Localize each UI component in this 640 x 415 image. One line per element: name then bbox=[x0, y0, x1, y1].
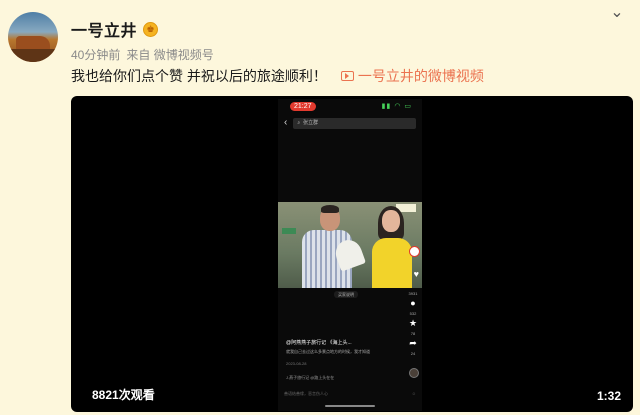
likes-count: 3931 bbox=[408, 291, 418, 296]
creator-avatar-icon bbox=[409, 246, 420, 257]
comment-placeholder: 善语结善缘，恶言伤人心 bbox=[284, 391, 328, 396]
vip-badge-icon: ♚ bbox=[143, 21, 159, 37]
emoji-icon: ☺ bbox=[411, 391, 416, 396]
feed-author-line: @阿燕燕子旅行记 《海上头... bbox=[286, 339, 396, 347]
signal-wifi-icon: ▮▮ ◠ ▭ bbox=[381, 103, 412, 110]
feed-title-suffix: 《海上头... bbox=[327, 340, 352, 346]
search-icon: ⌕ bbox=[297, 119, 301, 126]
heart-icon: ♥ bbox=[413, 269, 419, 279]
feed-music: J.燕子旅行记 @路上头在在 bbox=[286, 375, 335, 380]
phone-screen-recording: 21:27 ▮▮ ◠ ▭ ‹ ⌕ 张立群 ♥ 买家说明 3931 ● 532 ★… bbox=[278, 99, 422, 411]
phone-side-actions: 3931 ● 532 ★ 78 ➦ 24 bbox=[406, 291, 420, 356]
phone-comment-bar: 善语结善缘，恶言伤人心 ☺ bbox=[284, 389, 416, 399]
phone-status-bar: 21:27 ▮▮ ◠ ▭ bbox=[278, 101, 422, 113]
view-count: 8821次观看 bbox=[92, 388, 155, 402]
back-arrow-icon: ‹ bbox=[284, 117, 288, 128]
music-disc-icon bbox=[409, 368, 419, 378]
post-source: 来自 微博视频号 bbox=[126, 48, 214, 62]
weibo-post-card: 一号立井 ♚ ⌄ 40分钟前 来自 微博视频号 我也给你们点个赞 并祝以后的旅途… bbox=[0, 0, 640, 415]
phone-search-text: 张立群 bbox=[303, 119, 319, 126]
comment-icon: ● bbox=[410, 298, 416, 308]
video-duration: 1:32 bbox=[596, 389, 621, 403]
video-link[interactable]: 一号立井的微博视频 bbox=[340, 66, 484, 86]
post-body: 我也给你们点个赞 并祝以后的旅途顺利！ 一号立井的微博视频 bbox=[71, 66, 484, 86]
phone-search-bar: ‹ ⌕ 张立群 bbox=[284, 117, 416, 129]
video-play-icon bbox=[340, 71, 354, 81]
user-avatar[interactable] bbox=[8, 12, 58, 62]
share-icon: ➦ bbox=[409, 338, 417, 348]
woman-figure bbox=[372, 238, 412, 288]
favorites-count: 78 bbox=[410, 331, 416, 336]
woman-head bbox=[382, 210, 400, 232]
feed-description: 就我自己去过这么多景点地方的时候，我才知道 bbox=[286, 349, 370, 354]
video-player[interactable]: 21:27 ▮▮ ◠ ▭ ‹ ⌕ 张立群 ♥ 买家说明 3931 ● 532 ★… bbox=[71, 96, 633, 412]
phone-home-indicator bbox=[325, 405, 375, 407]
username[interactable]: 一号立井 bbox=[71, 17, 137, 41]
man-hair bbox=[321, 205, 339, 213]
username-row: 一号立井 ♚ bbox=[71, 17, 159, 41]
shares-count: 24 bbox=[410, 351, 416, 356]
feed-author: @阿燕燕子旅行记 bbox=[286, 340, 327, 346]
video-clip-frame: ♥ bbox=[278, 202, 422, 288]
post-meta: 40分钟前 来自 微博视频号 bbox=[71, 46, 214, 63]
avatar-ground-shape bbox=[8, 49, 58, 62]
chevron-down-icon[interactable]: ⌄ bbox=[608, 4, 626, 22]
caption-chip: 买家说明 bbox=[334, 291, 358, 298]
feed-date: 2023-08-28 bbox=[286, 361, 307, 366]
avatar-rock-shape bbox=[16, 36, 50, 50]
post-time[interactable]: 40分钟前 bbox=[71, 46, 120, 63]
phone-status-time: 21:27 bbox=[290, 102, 316, 111]
comments-count: 532 bbox=[409, 311, 417, 316]
exit-sign bbox=[282, 228, 296, 234]
star-icon: ★ bbox=[408, 318, 418, 328]
video-link-label: 一号立井的微博视频 bbox=[357, 68, 484, 84]
phone-feed-text: @阿燕燕子旅行记 《海上头... 就我自己去过这么多景点地方的时候，我才知道 2… bbox=[286, 339, 396, 381]
phone-search-box: ⌕ 张立群 bbox=[293, 117, 416, 129]
post-text: 我也给你们点个赞 并祝以后的旅途顺利！ bbox=[71, 68, 327, 84]
